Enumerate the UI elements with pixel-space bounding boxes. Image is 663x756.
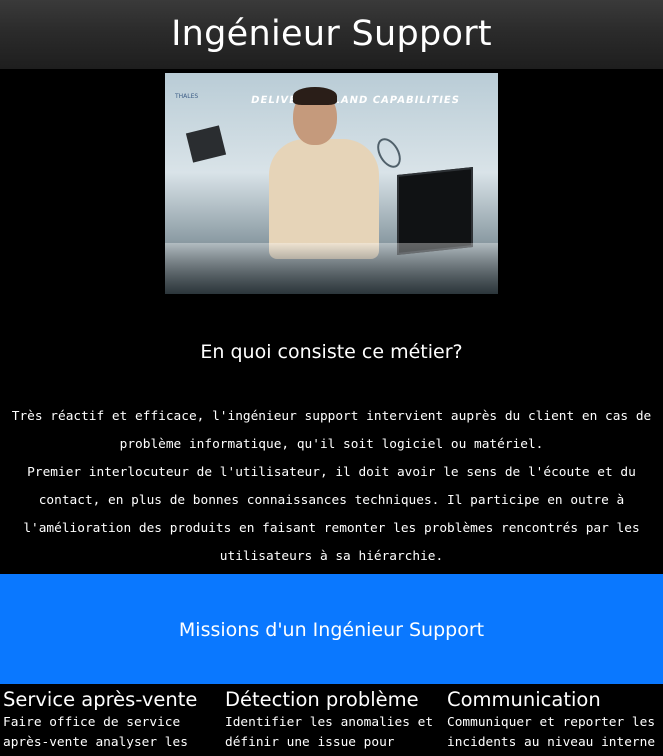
photo-laptop — [397, 167, 473, 255]
intro-paragraph-1: Très réactif et efficace, l'ingénieur su… — [11, 409, 652, 452]
mission-text: Faire office de service après-vente anal… — [3, 715, 188, 750]
photo-tablet — [185, 125, 227, 163]
hero-photo: THALES DELIVERING LAND CAPABILITIES — [165, 73, 498, 294]
page-header: Ingénieur Support — [0, 0, 663, 69]
photo-banner-text: DELIVERING LAND CAPABILITIES — [250, 95, 461, 106]
photo-logo-text: THALES — [175, 93, 199, 100]
mission-heading: Détection problème — [225, 688, 419, 711]
mission-heading: Communication — [447, 688, 601, 711]
mission-text: Communiquer et reporter les incidents au… — [447, 715, 656, 750]
mission-column-communication: Communication Communiquer et reporter le… — [447, 687, 662, 753]
photo-person-body — [269, 139, 379, 259]
mission-text: Identifier les anomalies et définir une … — [225, 715, 434, 750]
intro-paragraph-2: Premier interlocuteur de l'utilisateur, … — [23, 465, 640, 564]
mission-column-detection: Détection problème Identifier les anomal… — [225, 687, 440, 753]
intro-text: Très réactif et efficace, l'ingénieur su… — [0, 403, 663, 571]
section-title-intro: En quoi consiste ce métier? — [200, 341, 463, 363]
photo-glass-desk — [165, 243, 498, 294]
mission-heading: Service après-vente — [3, 688, 198, 711]
missions-title: Missions d'un Ingénieur Support — [178, 619, 485, 641]
mission-column-service: Service après-vente Faire office de serv… — [3, 687, 218, 753]
missions-columns: Service après-vente Faire office de serv… — [0, 687, 663, 756]
page-title: Ingénieur Support — [171, 14, 492, 54]
photo-person-hair — [293, 87, 337, 105]
